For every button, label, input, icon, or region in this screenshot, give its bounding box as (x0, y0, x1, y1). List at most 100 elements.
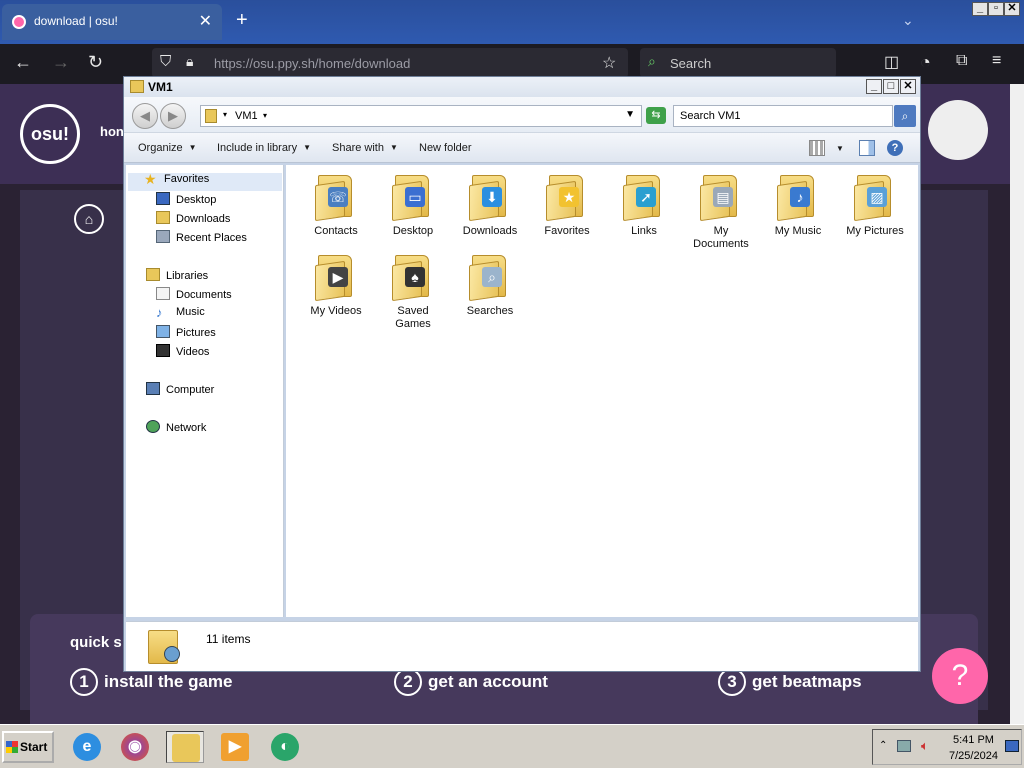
step-get-beatmaps[interactable]: 3 get beatmaps (718, 668, 862, 696)
explorer-command-bar: Organize ▼ Include in library ▼ Share with… (124, 133, 920, 163)
help-button[interactable]: ? (932, 648, 988, 704)
pictures-icon (156, 325, 170, 338)
nav-item-documents[interactable]: Documents (156, 287, 232, 305)
folder-favorites[interactable]: ★ Favorites (529, 173, 605, 238)
back-arrow-icon[interactable]: ← (14, 52, 32, 73)
folder-icon (130, 80, 144, 93)
breadcrumb-chevron-icon[interactable]: ▾ (263, 111, 267, 120)
nav-item-network[interactable]: Network (146, 420, 206, 438)
start-button[interactable]: Start (2, 731, 54, 763)
nav-item-desktop[interactable]: Desktop (156, 192, 216, 210)
address-dropdown-icon[interactable]: ▼ (625, 109, 635, 120)
step-install-game[interactable]: 1 install the game (70, 668, 232, 696)
clock-date[interactable]: 7/25/2024 (949, 750, 998, 762)
window-restore-button[interactable]: ▫ (988, 2, 1004, 16)
menu-icon[interactable]: ≡ (992, 52, 1001, 70)
network-tray-icon[interactable] (897, 740, 911, 752)
saved-games-icon: ♠ (405, 267, 425, 287)
windows-logo-icon (6, 741, 18, 753)
taskbar-explorer[interactable] (166, 731, 204, 763)
nav-item-videos[interactable]: Videos (156, 344, 209, 362)
shield-icon[interactable]: ⛉ (160, 53, 171, 70)
explorer-search-input[interactable]: Search VM1 (673, 105, 893, 127)
favorites-icon: ★ (559, 187, 579, 207)
change-view-icon[interactable] (809, 140, 825, 156)
explorer-title-bar[interactable]: VM1 _ □ ✕ (124, 77, 920, 97)
url-text[interactable]: https://osu.ppy.sh/home/download (214, 56, 410, 71)
desktop-icon (156, 192, 170, 205)
explorer-back-button[interactable]: ◀ (132, 103, 158, 129)
taskbar-firefox[interactable]: ◉ (116, 731, 154, 763)
nav-item-pictures[interactable]: Pictures (156, 325, 216, 343)
explorer-address-row: ◀ ▶ ▾ VM1 ▾ ▼ ⇆ Search VM1 ⌕ (124, 97, 920, 133)
window-close-button[interactable]: ✕ (1004, 2, 1020, 16)
tab-list-chevron-icon[interactable]: ⌄ (902, 12, 914, 29)
window-minimize-button[interactable]: _ (972, 2, 988, 16)
folder-downloads[interactable]: ⬇ Downloads (452, 173, 528, 238)
avatar[interactable] (928, 100, 988, 160)
folder-my-pictures[interactable]: ▨ My Pictures (837, 173, 913, 238)
nav-item-computer[interactable]: Computer (146, 382, 214, 400)
browser-search-input[interactable]: Search (670, 56, 711, 71)
show-desktop-icon[interactable] (1005, 740, 1019, 752)
reload-icon[interactable]: ↻ (88, 52, 103, 73)
tray-expand-icon[interactable]: ⌃ (879, 740, 887, 751)
explorer-status-bar: 11 items (126, 621, 918, 671)
folder-saved-games[interactable]: ♠ Saved Games (375, 253, 451, 331)
explorer-address-bar[interactable]: ▾ VM1 ▾ ▼ (200, 105, 642, 127)
clock-time[interactable]: 5:41 PM (953, 734, 994, 746)
folder-my-music[interactable]: ♪ My Music (760, 173, 836, 238)
folder-contacts[interactable]: ☏ Contacts (298, 173, 374, 238)
organize-button[interactable]: Organize ▼ (138, 142, 197, 154)
tab-close-icon[interactable]: ✕ (199, 11, 212, 31)
new-folder-button[interactable]: New folder (419, 142, 472, 154)
lock-icon[interactable]: 🔒︎ (186, 53, 193, 70)
refresh-icon[interactable]: ⇆ (646, 107, 666, 124)
url-bar[interactable]: ⛉ 🔒︎ https://osu.ppy.sh/home/download ☆ (152, 48, 628, 78)
page-scrollbar[interactable] (1010, 84, 1024, 724)
browser-tab-bar: download | osu! ✕ + ⌄ _ ▫ ✕ (0, 0, 1024, 44)
share-with-button[interactable]: Share with ▼ (332, 142, 398, 154)
forward-arrow-icon[interactable]: → (52, 52, 70, 73)
nav-item-recent-places[interactable]: Recent Places (156, 230, 247, 248)
videos-icon: ▶ (328, 267, 348, 287)
browser-search-bar[interactable]: ⌕ Search (640, 48, 836, 78)
star-icon: ★ (144, 171, 157, 187)
explorer-maximize-button[interactable]: □ (883, 79, 899, 94)
osu-logo[interactable]: osu! (20, 104, 80, 164)
extensions-icon[interactable]: ⧉ (956, 52, 967, 70)
volume-muted-icon[interactable]: 🔈︎ (921, 738, 929, 754)
nav-item-favorites[interactable]: ★ Favorites (128, 171, 282, 191)
explorer-minimize-button[interactable]: _ (866, 79, 882, 94)
nav-item-music[interactable]: ♪ Music (156, 306, 205, 324)
view-dropdown-icon[interactable]: ▼ (836, 144, 844, 153)
firefox-icon: ◉ (121, 733, 149, 761)
bookmark-star-icon[interactable]: ☆ (602, 53, 616, 73)
account-icon[interactable]: ◔ (920, 52, 931, 73)
folder-my-videos[interactable]: ▶ My Videos (298, 253, 374, 318)
include-in-library-button[interactable]: Include in library ▼ (217, 142, 311, 154)
music-icon: ♪ (790, 187, 810, 207)
nav-item-downloads[interactable]: Downloads (156, 211, 230, 229)
nav-item-libraries[interactable]: Libraries (146, 268, 208, 286)
browser-tab[interactable]: download | osu! ✕ (2, 4, 222, 40)
pocket-icon[interactable]: ◫ (884, 52, 899, 72)
preview-pane-icon[interactable] (859, 140, 875, 156)
help-icon[interactable]: ? (887, 140, 903, 156)
search-icon[interactable]: ⌕ (894, 105, 916, 127)
folder-desktop[interactable]: ▭ Desktop (375, 173, 451, 238)
folder-searches[interactable]: ⌕ Searches (452, 253, 528, 318)
explorer-forward-button[interactable]: ▶ (160, 103, 186, 129)
taskbar-messenger[interactable]: ◐ (266, 731, 304, 763)
osu-nav-home[interactable]: hon (100, 124, 124, 139)
folder-links[interactable]: ➚ Links (606, 173, 682, 238)
breadcrumb[interactable]: VM1 (235, 110, 258, 122)
explorer-close-button[interactable]: ✕ (900, 79, 916, 94)
documents-icon (156, 287, 170, 300)
taskbar-internet-explorer[interactable]: e (68, 731, 106, 763)
folder-my-documents[interactable]: ▤ My Documents (683, 173, 759, 251)
taskbar-media-player[interactable]: ▶ (216, 731, 254, 763)
step-get-account[interactable]: 2 get an account (394, 668, 548, 696)
new-tab-button[interactable]: + (236, 10, 248, 30)
breadcrumb-chevron-icon[interactable]: ▾ (223, 110, 227, 119)
